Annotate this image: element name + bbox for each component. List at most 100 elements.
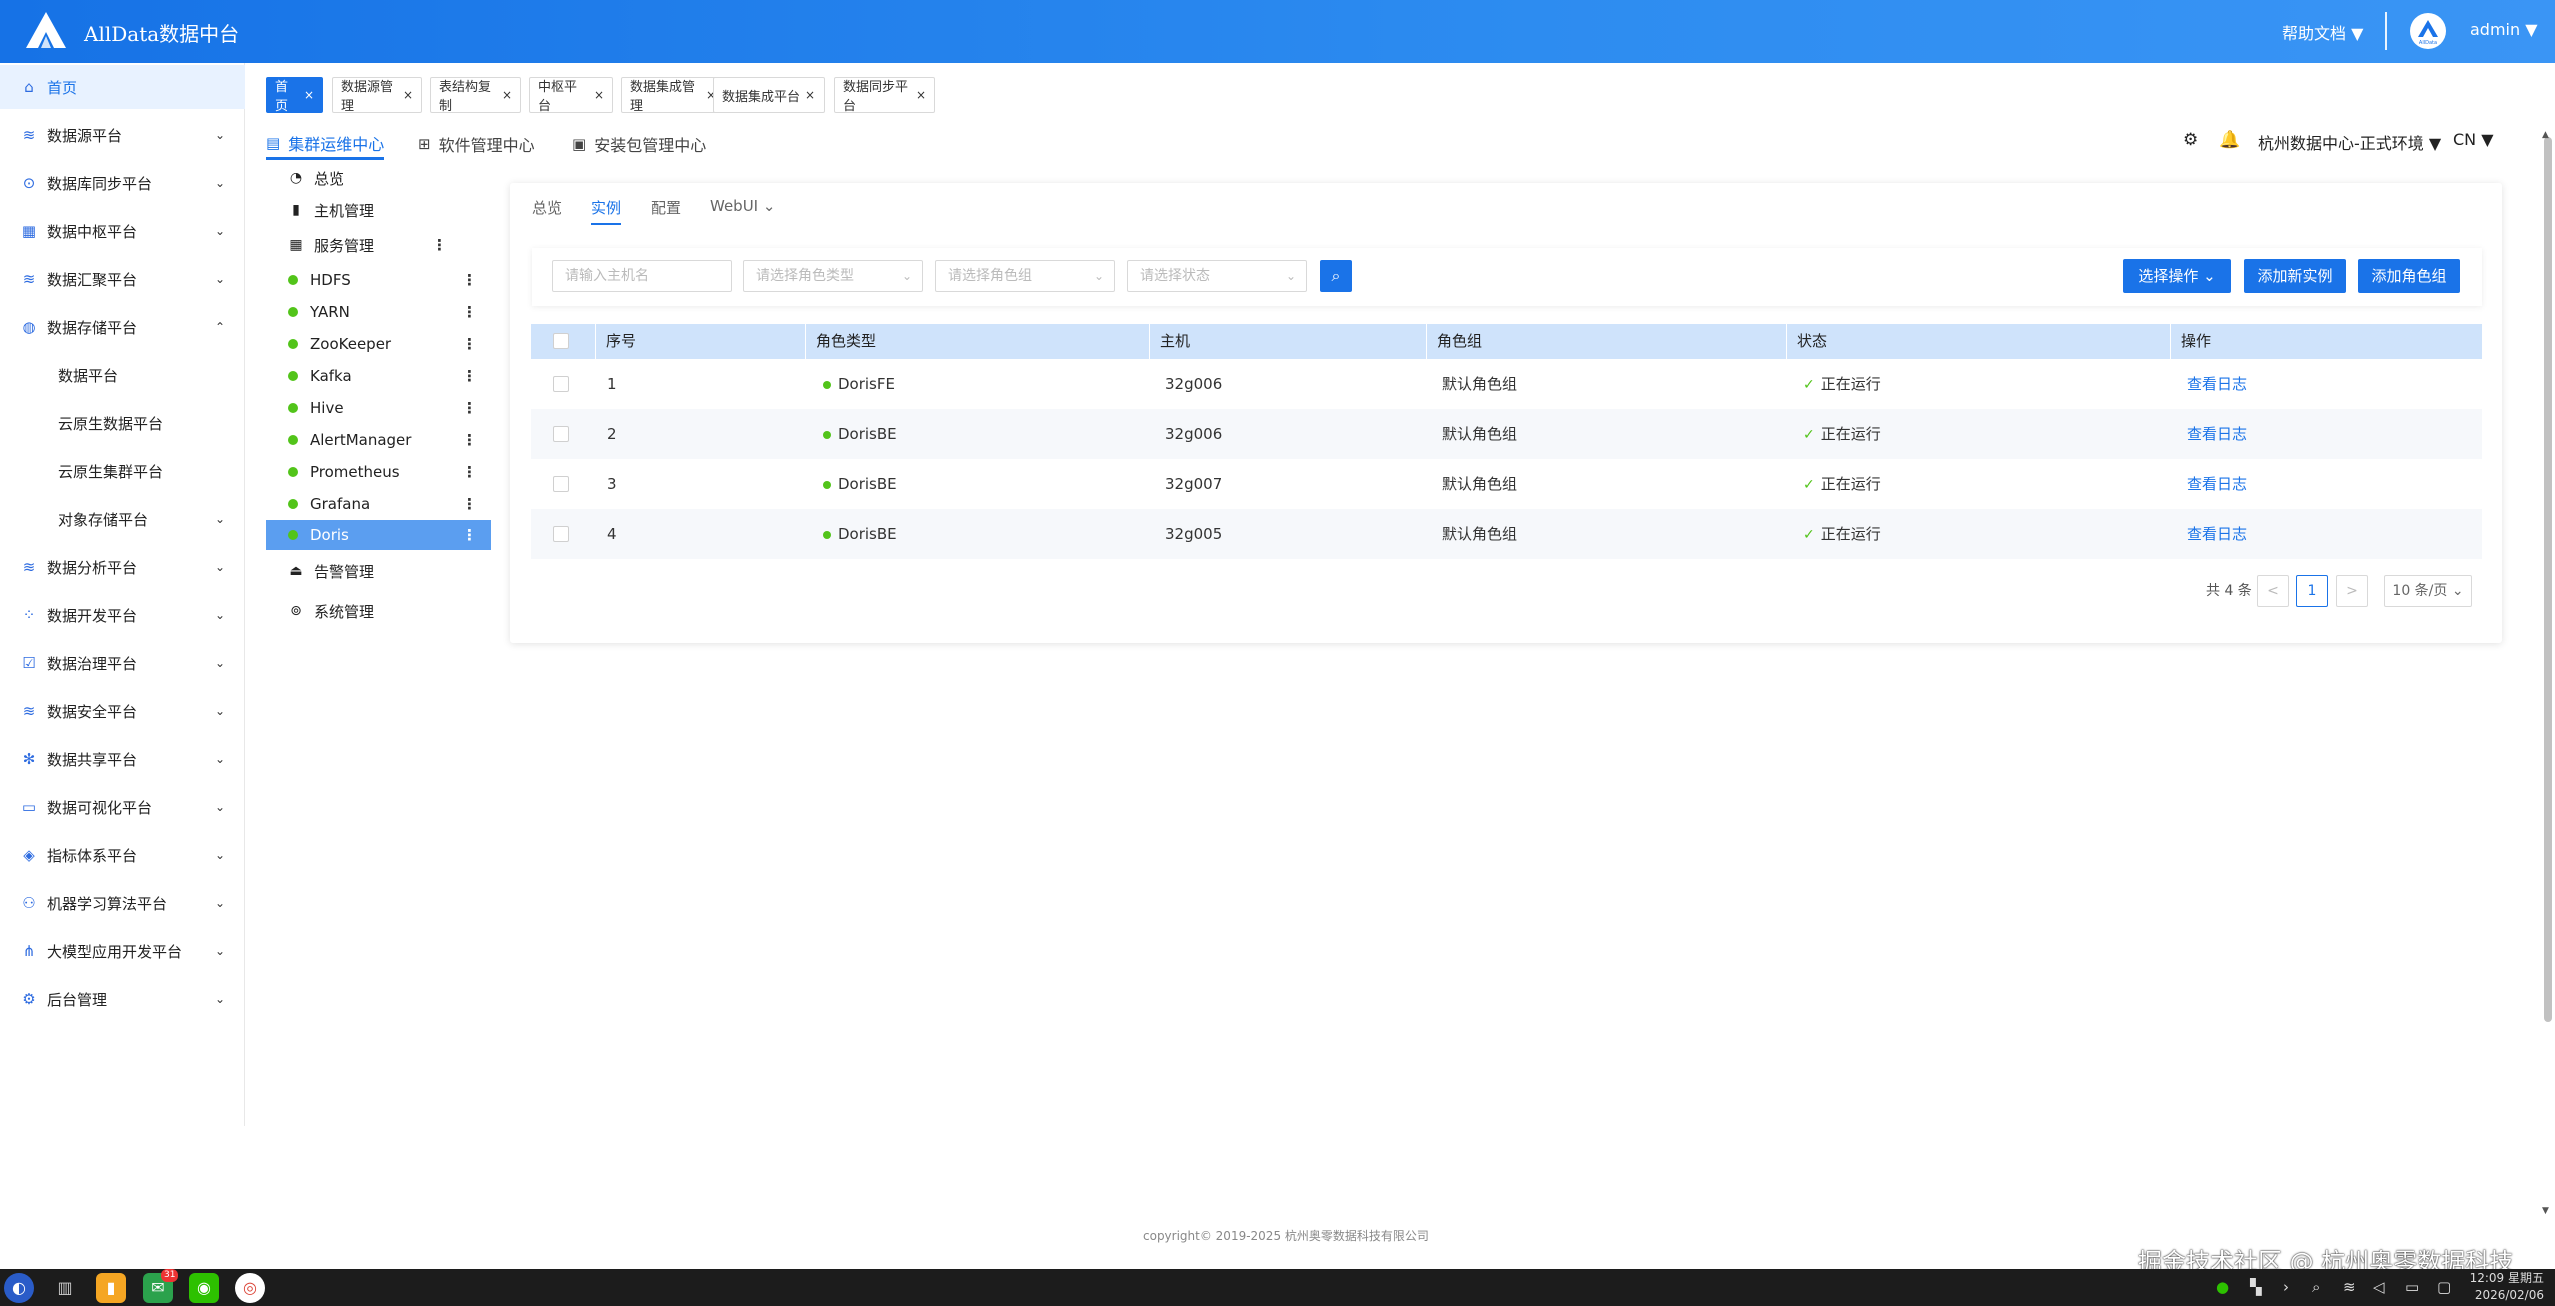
chrome-icon[interactable]: ◎ <box>235 1273 265 1303</box>
system-clock[interactable]: 12:09 星期五 2026/02/06 <box>2468 1270 2544 1304</box>
tab-tag[interactable]: 首页 × <box>266 77 323 114</box>
sub-tab[interactable]: WebUI ⌄ <box>710 197 775 225</box>
tab-tag[interactable]: 中枢平台 × <box>529 77 613 114</box>
table-row[interactable]: 2 DorisBE 32g006 默认角色组 ✓ 正在运行 查看日志 <box>531 409 2482 459</box>
sidebar-item[interactable]: ✻ 数据共享平台 ⌄ <box>0 737 245 781</box>
host-name-input[interactable]: 请输入主机名 <box>552 260 732 292</box>
scroll-down-icon[interactable]: ▼ <box>2542 1206 2549 1216</box>
notification-icon[interactable]: ▢ <box>2437 1278 2451 1296</box>
sidebar-item[interactable]: ▭ 数据可视化平台 ⌄ <box>0 785 245 829</box>
sidebar-item[interactable]: 数据平台 <box>0 353 245 397</box>
tray-expand-icon[interactable]: › <box>2283 1278 2289 1296</box>
view-log-link[interactable]: 查看日志 <box>2187 359 2247 409</box>
start-icon[interactable]: ◐ <box>4 1273 34 1303</box>
language-select[interactable]: CN ▼ <box>2453 130 2494 149</box>
sidebar-item[interactable]: ⋔ 大模型应用开发平台 ⌄ <box>0 929 245 973</box>
sidebar-item[interactable]: ⚇ 机器学习算法平台 ⌄ <box>0 881 245 925</box>
tree-item[interactable]: YARN ⋮ <box>266 297 491 327</box>
tree-item[interactable]: ▦ 服务管理 ⋮ <box>266 230 491 260</box>
sidebar-item[interactable]: ☑ 数据治理平台 ⌄ <box>0 641 245 685</box>
table-row[interactable]: 3 DorisBE 32g007 默认角色组 ✓ 正在运行 查看日志 <box>531 459 2482 509</box>
tray-app-icon[interactable]: ▚ <box>2250 1278 2262 1296</box>
more-vertical-icon[interactable]: ⋮ <box>462 495 477 513</box>
sidebar-item[interactable]: ⚙ 后台管理 ⌄ <box>0 977 245 1021</box>
tree-item[interactable]: Hive ⋮ <box>266 393 491 423</box>
page-1-button[interactable]: 1 <box>2296 575 2328 607</box>
more-vertical-icon[interactable]: ⋮ <box>462 431 477 449</box>
close-icon[interactable]: × <box>805 88 815 102</box>
more-vertical-icon[interactable]: ⋮ <box>462 303 477 321</box>
more-vertical-icon[interactable]: ⋮ <box>462 367 477 385</box>
sidebar-item[interactable]: 对象存储平台 ⌄ <box>0 497 245 541</box>
tree-item[interactable]: ⊚ 系统管理 <box>266 596 491 626</box>
sidebar-item[interactable]: ◈ 指标体系平台 ⌄ <box>0 833 245 877</box>
row-checkbox[interactable] <box>553 426 569 442</box>
tray-search-icon[interactable]: ⌕ <box>2312 1278 2320 1296</box>
help-docs-menu[interactable]: 帮助文档 ▼ <box>2282 20 2363 44</box>
more-vertical-icon[interactable]: ⋮ <box>462 399 477 417</box>
tree-item[interactable]: Prometheus ⋮ <box>266 457 491 487</box>
column-header[interactable]: 角色组 <box>1427 324 1787 359</box>
tree-item[interactable]: ⏏ 告警管理 <box>266 556 491 586</box>
next-page-button[interactable]: > <box>2336 575 2368 607</box>
tree-item[interactable]: Doris ⋮ <box>266 520 491 550</box>
tab-tag[interactable]: 数据集成管理 × <box>621 77 725 114</box>
sidebar-item[interactable]: 云原生数据平台 <box>0 401 245 445</box>
main-tab[interactable]: ▣ 安装包管理中心 <box>572 128 706 160</box>
scroll-up-icon[interactable]: ▲ <box>2542 130 2549 140</box>
role-type-select[interactable]: 请选择角色类型 ⌄ <box>743 260 923 292</box>
add-instance-button[interactable]: 添加新实例 <box>2244 259 2346 293</box>
page-size-select[interactable]: 10 条/页 ⌄ <box>2384 575 2472 607</box>
row-checkbox[interactable] <box>553 526 569 542</box>
role-group-select[interactable]: 请选择角色组 ⌄ <box>935 260 1115 292</box>
task-view-icon[interactable]: ▥ <box>50 1273 80 1303</box>
avatar[interactable]: AllData <box>2410 13 2446 49</box>
sidebar-item[interactable]: ⊙ 数据库同步平台 ⌄ <box>0 161 245 205</box>
battery-icon[interactable]: ▭ <box>2405 1278 2419 1296</box>
triangle-logo-icon[interactable] <box>24 8 68 52</box>
column-header[interactable]: 状态 <box>1787 324 2171 359</box>
table-row[interactable]: 1 DorisFE 32g006 默认角色组 ✓ 正在运行 查看日志 <box>531 359 2482 409</box>
close-icon[interactable]: × <box>594 88 604 102</box>
row-checkbox[interactable] <box>553 476 569 492</box>
more-vertical-icon[interactable]: ⋮ <box>432 236 447 254</box>
more-vertical-icon[interactable]: ⋮ <box>462 463 477 481</box>
tab-tag[interactable]: 数据源管理 × <box>332 77 422 114</box>
tab-tag[interactable]: 数据集成平台 × <box>713 77 825 113</box>
chat-app-icon[interactable]: ✉ 31 <box>143 1269 179 1303</box>
more-vertical-icon[interactable]: ⋮ <box>462 335 477 353</box>
tree-item[interactable]: Grafana ⋮ <box>266 489 491 519</box>
scrollbar-thumb[interactable] <box>2544 137 2552 1022</box>
select-operation-button[interactable]: 选择操作 ⌄ <box>2123 259 2231 293</box>
status-select[interactable]: 请选择状态 ⌄ <box>1127 260 1307 292</box>
close-icon[interactable]: × <box>403 88 413 102</box>
tab-tag[interactable]: 数据同步平台 × <box>834 77 935 114</box>
app-title[interactable]: AllData数据中台 <box>84 18 239 47</box>
sub-tab[interactable]: 配置 <box>651 197 681 225</box>
more-vertical-icon[interactable]: ⋮ <box>462 526 477 544</box>
view-log-link[interactable]: 查看日志 <box>2187 459 2247 509</box>
main-tab[interactable]: ⊞ 软件管理中心 <box>418 128 535 160</box>
sidebar-item[interactable]: 云原生集群平台 <box>0 449 245 493</box>
row-checkbox[interactable] <box>553 376 569 392</box>
column-header[interactable]: 角色类型 <box>806 324 1150 359</box>
wechat-icon[interactable]: ◉ <box>189 1273 219 1303</box>
sidebar-item[interactable]: ≋ 数据安全平台 ⌄ <box>0 689 245 733</box>
sidebar-item[interactable]: ⁘ 数据开发平台 ⌄ <box>0 593 245 637</box>
user-menu[interactable]: admin ▼ <box>2470 20 2538 39</box>
environment-select[interactable]: 杭州数据中心-正式环境 ▼ <box>2258 130 2441 154</box>
tree-item[interactable]: AlertManager ⋮ <box>266 425 491 455</box>
close-icon[interactable]: × <box>502 88 512 102</box>
main-tab[interactable]: ▤ 集群运维中心 <box>266 128 385 160</box>
sub-tab[interactable]: 实例 <box>591 197 622 225</box>
sub-tab[interactable]: 总览 <box>532 197 562 225</box>
tree-item[interactable]: ◔ 总览 <box>266 163 491 193</box>
file-manager-icon[interactable]: ▮ <box>96 1273 126 1303</box>
tree-item[interactable]: ▮ 主机管理 <box>266 195 491 225</box>
volume-icon[interactable]: ◁ <box>2373 1278 2385 1296</box>
sidebar-item[interactable]: ▦ 数据中枢平台 ⌄ <box>0 209 245 253</box>
more-vertical-icon[interactable]: ⋮ <box>462 271 477 289</box>
bell-icon[interactable]: 🔔 <box>2219 130 2240 150</box>
view-log-link[interactable]: 查看日志 <box>2187 409 2247 459</box>
tab-tag[interactable]: 表结构复制 × <box>430 77 521 114</box>
